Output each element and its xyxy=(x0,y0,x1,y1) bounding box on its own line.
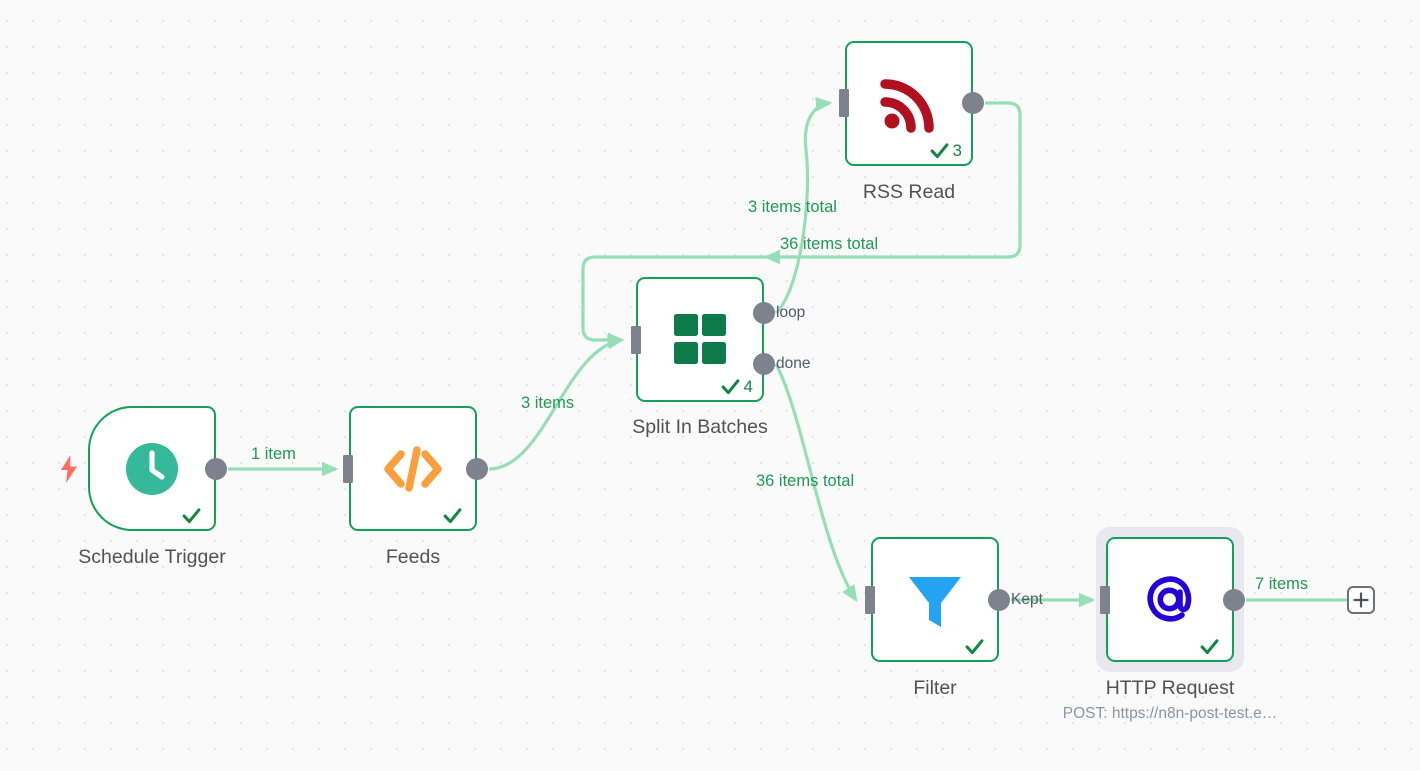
node-split-in-batches-label: Split In Batches xyxy=(632,416,768,438)
node-schedule-trigger-label: Schedule Trigger xyxy=(78,546,226,568)
node-schedule-trigger[interactable] xyxy=(88,406,216,531)
node-rss-read-count: 3 xyxy=(952,141,962,160)
port-rss-read-output[interactable] xyxy=(962,92,984,114)
port-label-kept: Kept xyxy=(1011,591,1043,608)
port-split-in-batches-input[interactable] xyxy=(631,326,641,354)
node-filter-label: Filter xyxy=(913,677,957,699)
grid-squares-icon xyxy=(674,313,726,364)
port-split-in-batches-output-loop[interactable] xyxy=(753,302,775,324)
node-http-request[interactable] xyxy=(1106,537,1234,662)
rss-icon xyxy=(880,78,934,133)
node-filter-status xyxy=(964,636,988,657)
code-icon xyxy=(384,445,442,492)
check-icon xyxy=(182,508,201,524)
port-feeds-output[interactable] xyxy=(466,458,488,480)
plus-icon xyxy=(1353,592,1369,608)
node-split-in-batches-status: 4 xyxy=(720,376,753,397)
edge-label-http-to-add: 7 items xyxy=(1255,575,1309,593)
funnel-icon xyxy=(909,576,961,627)
port-label-done: done xyxy=(776,355,811,372)
node-feeds-status xyxy=(442,505,466,526)
node-http-request-label: HTTP Request xyxy=(1105,677,1235,699)
port-filter-input[interactable] xyxy=(865,586,875,614)
lightning-bolt-icon xyxy=(59,455,79,488)
node-split-in-batches-count: 4 xyxy=(743,377,753,396)
at-sign-icon xyxy=(1147,575,1192,622)
port-filter-output[interactable] xyxy=(988,589,1010,611)
node-feeds-label: Feeds xyxy=(385,546,441,568)
edge-label-feeds-to-split: 3 items xyxy=(521,394,575,412)
check-icon xyxy=(1200,639,1219,655)
edge-label-schedule-to-feeds: 1 item xyxy=(251,445,296,463)
node-schedule-trigger-status xyxy=(181,505,205,526)
check-icon xyxy=(443,508,462,524)
node-http-request-subtitle: POST: https://n8n-post-test.e… xyxy=(1062,705,1278,722)
edge-label-split-loop-to-rss: 3 items total xyxy=(748,198,837,216)
clock-icon xyxy=(126,442,178,495)
port-http-request-output[interactable] xyxy=(1223,589,1245,611)
check-icon xyxy=(721,379,739,395)
edge-label-rss-to-split: 36 items total xyxy=(780,235,879,253)
port-feeds-input[interactable] xyxy=(343,455,353,483)
node-filter[interactable] xyxy=(871,537,999,662)
node-http-request-status xyxy=(1199,636,1223,657)
node-rss-read[interactable]: 3 xyxy=(845,41,973,166)
check-icon xyxy=(930,143,948,159)
edge-label-split-done-to-filter: 36 items total xyxy=(756,472,855,490)
port-label-loop: loop xyxy=(776,304,806,321)
check-icon xyxy=(965,639,984,655)
port-schedule-trigger-output[interactable] xyxy=(205,458,227,480)
port-split-in-batches-output-done[interactable] xyxy=(753,353,775,375)
node-rss-read-status: 3 xyxy=(929,140,962,161)
port-rss-read-input[interactable] xyxy=(839,89,849,117)
node-feeds[interactable] xyxy=(349,406,477,531)
port-http-request-input[interactable] xyxy=(1100,586,1110,614)
add-node-button[interactable] xyxy=(1347,586,1375,614)
workflow-canvas[interactable]: Schedule Trigger Feeds 4 Split In Batche… xyxy=(0,0,1420,771)
node-split-in-batches[interactable]: 4 xyxy=(636,277,764,402)
